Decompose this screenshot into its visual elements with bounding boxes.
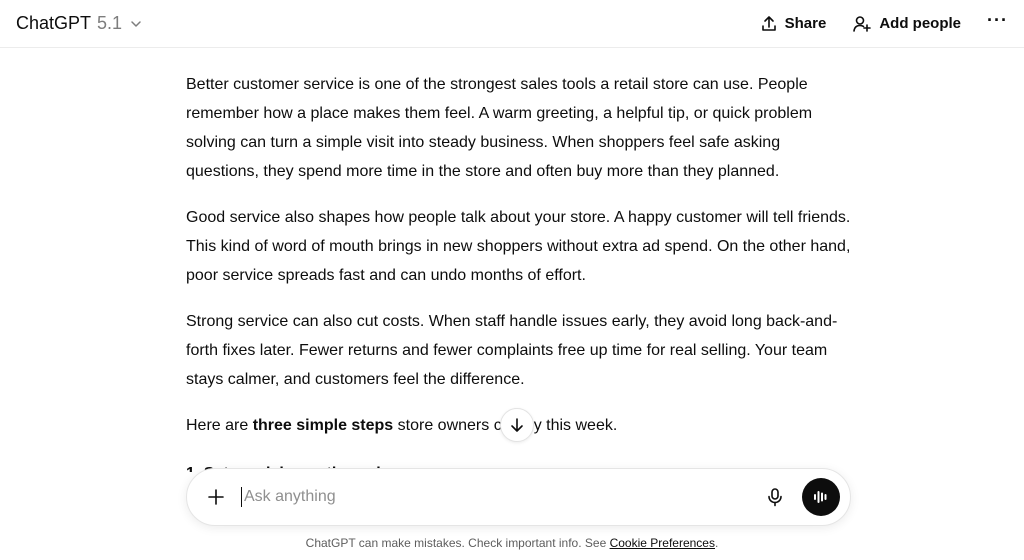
text-prefix: Here are	[186, 417, 253, 434]
disclaimer-end: .	[714, 536, 719, 550]
more-options-button[interactable]: ···	[987, 10, 1008, 31]
message-paragraph: Good service also shapes how people talk…	[186, 209, 851, 284]
arrow-down-icon	[511, 418, 523, 432]
message-input[interactable]	[241, 487, 760, 507]
composer	[186, 468, 851, 526]
cookie-preferences-link[interactable]: Cookie Preferences	[610, 536, 715, 550]
model-version: 5.1	[97, 13, 123, 33]
microphone-icon	[768, 488, 782, 507]
attach-button[interactable]	[203, 484, 229, 510]
assistant-message: Better customer service is one of the st…	[186, 70, 856, 457]
disclaimer: ChatGPT can make mistakes. Check importa…	[0, 536, 1024, 550]
add-people-label: Add people	[879, 15, 962, 32]
voice-mode-icon	[814, 491, 827, 503]
share-icon	[761, 15, 776, 31]
disclaimer-text: ChatGPT can make mistakes. Check importa…	[305, 536, 610, 550]
scroll-to-bottom-button[interactable]	[500, 408, 534, 442]
add-person-icon	[853, 15, 872, 32]
add-people-button[interactable]: Add people	[852, 15, 961, 33]
plus-icon	[208, 489, 224, 505]
share-button[interactable]: Share	[760, 15, 827, 33]
dictate-button[interactable]	[760, 482, 790, 512]
message-paragraph: Better customer service is one of the st…	[186, 76, 813, 180]
chevron-down-icon	[131, 20, 141, 27]
app-name: ChatGPT	[16, 13, 92, 33]
message-paragraph: Strong service can also cut costs. When …	[186, 313, 838, 388]
model-selector[interactable]: ChatGPT 5.1	[16, 13, 142, 34]
share-label: Share	[784, 15, 827, 32]
voice-mode-button[interactable]	[802, 478, 840, 516]
top-bar: ChatGPT 5.1 Share Add people ···	[0, 0, 1024, 48]
bold-phrase: three simple steps	[252, 417, 394, 434]
